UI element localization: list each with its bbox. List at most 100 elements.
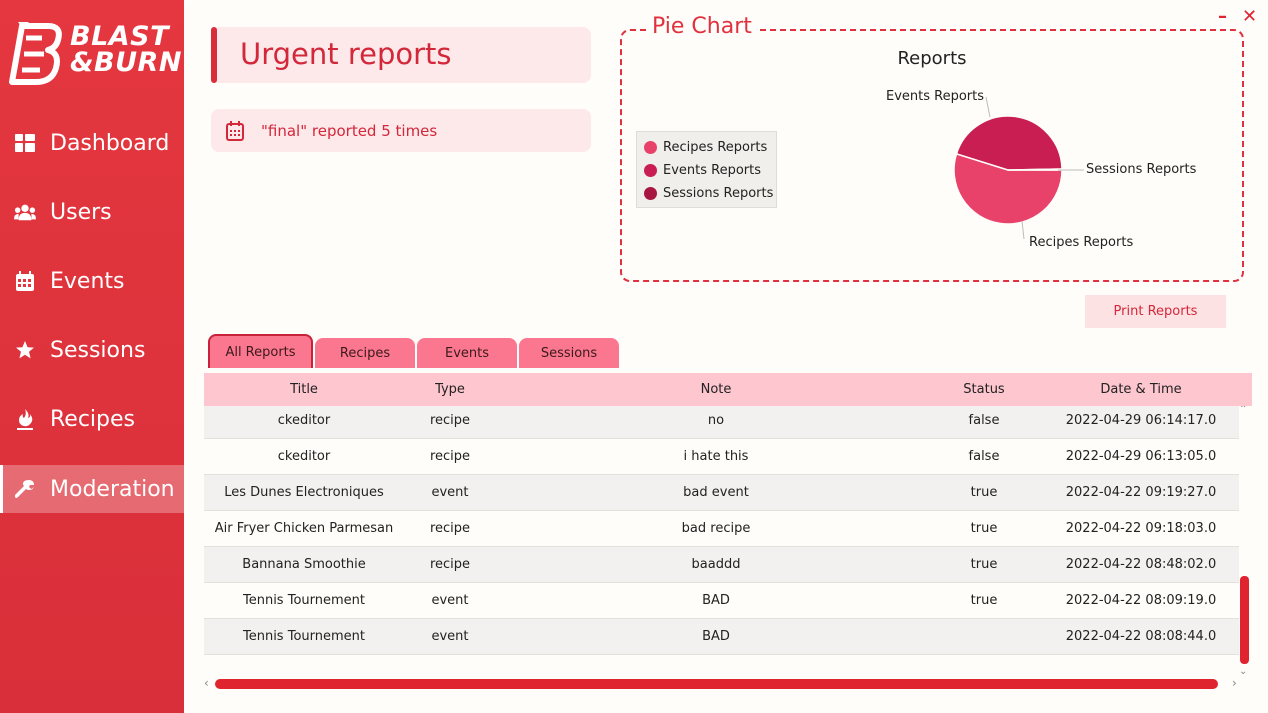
table-cell: 2022-04-22 08:09:19.0 (1065, 593, 1217, 608)
sidebar-item-users[interactable]: Users (0, 188, 184, 236)
calendar-icon (226, 120, 244, 141)
tab-all-reports[interactable]: All Reports (208, 334, 313, 368)
vertical-scrollbar-thumb[interactable] (1240, 576, 1249, 664)
table-cell: recipe (429, 557, 471, 572)
sidebar-item-sessions[interactable]: Sessions (0, 326, 184, 374)
table-cell: no (707, 413, 725, 428)
pie-slice-sessions-reports[interactable] (1007, 168, 1063, 171)
report-info-text: "final" reported 5 times (261, 121, 438, 140)
users-icon (14, 201, 36, 223)
table-cell: 2022-04-29 06:14:17.0 (1065, 413, 1217, 428)
scroll-down-arrow-icon[interactable]: ⌄ (1239, 666, 1247, 677)
pie-chart-panel: Reports Recipes Reports Events Reports S… (620, 29, 1244, 282)
tab-events[interactable]: Events (417, 338, 517, 368)
brand-name: BLAST &BURN (70, 23, 182, 78)
pie-leader-line (985, 96, 991, 118)
sidebar-item-moderation[interactable]: Moderation (0, 465, 184, 513)
table-row[interactable]: ckeditor recipe i hate this false 2022-04-29… (204, 439, 1239, 475)
table-cell: i hate this (683, 449, 749, 464)
pie-label-events: Events Reports (886, 89, 985, 104)
table-cell: Tennis Tournement (242, 593, 365, 608)
pie-panel-title: Pie Chart (648, 14, 756, 39)
title-accent-bar (211, 27, 217, 83)
table-cell: recipe (429, 449, 471, 464)
table-cell: recipe (429, 413, 471, 428)
minimize-button[interactable]: – (1218, 6, 1227, 27)
brand-line-2: &BURN (70, 47, 182, 78)
star-icon (14, 339, 36, 361)
table-cell: 2022-04-22 09:19:27.0 (1065, 485, 1217, 500)
table-row[interactable]: Tennis Tournement event BAD true 2022-04-22 … (204, 583, 1239, 619)
table-cell: recipe (429, 521, 471, 536)
table-cell: event (431, 485, 469, 500)
table-cell: true (970, 557, 998, 572)
sidebar-item-label: Sessions (50, 337, 146, 363)
close-button[interactable]: ✕ (1242, 6, 1257, 27)
table-cell: bad recipe (681, 521, 751, 536)
sidebar-item-label: Dashboard (50, 130, 170, 156)
table-cell: false (968, 449, 1000, 464)
column-header-date-time[interactable]: Date & Time (1076, 382, 1206, 397)
sidebar-item-label: Moderation (50, 476, 175, 502)
table-row[interactable]: Bannana Smoothie recipe baaddd true 2022-04-… (204, 547, 1239, 583)
sidebar-item-recipes[interactable]: Recipes (0, 395, 184, 443)
scroll-left-arrow-icon[interactable]: ‹ (204, 676, 209, 690)
table-cell: Air Fryer Chicken Parmesan (214, 521, 394, 536)
app-window: BLAST &BURN Dashboard Users Events Sessi… (0, 0, 1268, 713)
sidebar-item-dashboard[interactable]: Dashboard (0, 119, 184, 167)
table-header: Title Type Note Status Date & Time (204, 373, 1252, 406)
sidebar-item-label: Recipes (50, 406, 136, 432)
calendar-icon (14, 270, 36, 292)
pie-label-recipes: Recipes Reports (1029, 235, 1134, 250)
sidebar-item-label: Events (50, 268, 125, 294)
table-cell: 2022-04-22 09:18:03.0 (1065, 521, 1217, 536)
column-header-note[interactable]: Note (666, 382, 766, 397)
pie-leader-line (1021, 220, 1025, 240)
table-cell: true (970, 593, 998, 608)
page-title-card: Urgent reports (211, 27, 591, 83)
table-cell: bad event (683, 485, 749, 500)
pie-label-sessions: Sessions Reports (1086, 162, 1197, 177)
table-cell: BAD (702, 629, 730, 644)
report-info-card: "final" reported 5 times (211, 109, 591, 152)
table-cell: event (431, 593, 469, 608)
tab-recipes[interactable]: Recipes (315, 338, 415, 368)
table-cell: baaddd (691, 557, 741, 572)
table-cell: true (970, 485, 998, 500)
sidebar-item-events[interactable]: Events (0, 257, 184, 305)
horizontal-scrollbar-thumb[interactable] (215, 679, 1218, 689)
sidebar: BLAST &BURN Dashboard Users Events Sessi… (0, 0, 184, 713)
reports-table: dsasdrecipevbnfalse2022-04-29 06:17:04.0… (204, 373, 1252, 679)
table-row[interactable]: Tennis Tournement event BAD 2022-04-22 08:0… (204, 619, 1239, 655)
table-cell: 2022-04-22 08:48:02.0 (1065, 557, 1217, 572)
table-cell: 2022-04-22 08:08:44.0 (1065, 629, 1217, 644)
table-cell: false (968, 413, 1000, 428)
column-header-status[interactable]: Status (934, 382, 1034, 397)
pie-chart (953, 96, 1084, 240)
table-cell: Bannana Smoothie (242, 557, 366, 572)
table-cell: true (970, 521, 998, 536)
column-header-type[interactable]: Type (400, 382, 500, 397)
table-row[interactable]: Les Dunes Electroniques event bad event tru… (204, 475, 1239, 511)
brand-mark-icon (9, 22, 62, 85)
dashboard-icon (14, 132, 36, 154)
tab-sessions[interactable]: Sessions (519, 338, 619, 368)
main-content: – ✕ Urgent reports "final" reported 5 ti… (184, 0, 1268, 713)
table-row[interactable]: Air Fryer Chicken Parmesan recipe bad reci… (204, 511, 1239, 547)
table-row[interactable]: ckeditor recipe no false 2022-04-29 06:14:17… (204, 403, 1239, 439)
wrench-icon (14, 478, 36, 500)
fire-icon (14, 408, 36, 430)
table-cell: 2022-04-29 06:13:05.0 (1065, 449, 1217, 464)
table-cell: event (431, 629, 469, 644)
print-reports-button[interactable]: Print Reports (1085, 295, 1226, 328)
table-cell: Tennis Tournement (242, 629, 365, 644)
sidebar-item-label: Users (50, 199, 112, 225)
scroll-right-arrow-icon[interactable]: › (1232, 676, 1237, 690)
table-cell: BAD (702, 593, 730, 608)
brand-logo: BLAST &BURN (8, 18, 181, 88)
column-header-title[interactable]: Title (254, 382, 354, 397)
table-cell: Les Dunes Electroniques (224, 485, 384, 500)
page-title: Urgent reports (240, 37, 452, 71)
table-cell: ckeditor (277, 413, 331, 428)
table-cell: ckeditor (277, 449, 331, 464)
